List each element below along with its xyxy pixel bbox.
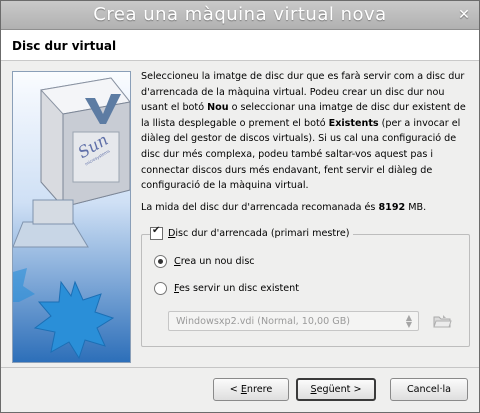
page-header: Disc dur virtual: [1, 30, 479, 61]
existing-disk-select-value: Windowsxp2.vdi (Normal, 10,00 GB): [176, 316, 351, 327]
window-title: Crea una màquina virtual nova: [93, 4, 387, 25]
choose-disk-folder-button[interactable]: [431, 311, 453, 331]
virtualbox-cube-illustration: Sun microsystems: [13, 77, 130, 360]
boot-disk-label: Disc dur d'arrencada (primari mestre): [168, 228, 350, 239]
dialog-window: Crea una màquina virtual nova ✕ Disc dur…: [0, 0, 480, 413]
folder-icon: [433, 315, 452, 328]
radio-unselected-icon[interactable]: [154, 282, 167, 295]
checkbox-checked-icon[interactable]: [150, 225, 163, 240]
starburst-icon: [33, 280, 115, 360]
wizard-side-image: Sun microsystems: [12, 71, 131, 363]
boot-disk-checkbox[interactable]: Disc dur d'arrencada (primari mestre): [150, 225, 353, 240]
radio-create-new-disk[interactable]: Crea un nou disc: [154, 255, 255, 268]
close-icon[interactable]: ✕: [456, 7, 472, 23]
cancel-button[interactable]: Cancel·la: [390, 378, 468, 401]
back-button[interactable]: < Enrere: [213, 378, 289, 401]
page-title: Disc dur virtual: [12, 39, 117, 53]
title-bar[interactable]: Crea una màquina virtual nova ✕: [1, 1, 479, 30]
description-paragraph: Seleccioneu la imatge de disc dur que es…: [141, 71, 466, 192]
recommended-size-text: La mida del disc dur d'arrencada recoman…: [141, 201, 427, 213]
radio-create-new-label: Crea un nou disc: [174, 256, 255, 267]
radio-use-existing-disk[interactable]: Fes servir un disc existent: [154, 282, 299, 295]
radio-selected-icon[interactable]: [154, 255, 167, 268]
next-button[interactable]: Següent >: [296, 378, 376, 401]
existing-disk-select[interactable]: Windowsxp2.vdi (Normal, 10,00 GB) ▲ ▼: [168, 311, 419, 331]
updown-arrows-icon: ▲ ▼: [405, 313, 412, 329]
radio-use-existing-label: Fes servir un disc existent: [174, 283, 300, 294]
button-separator: [1, 367, 479, 368]
description-text: Seleccioneu la imatge de disc dur que es…: [141, 69, 471, 215]
